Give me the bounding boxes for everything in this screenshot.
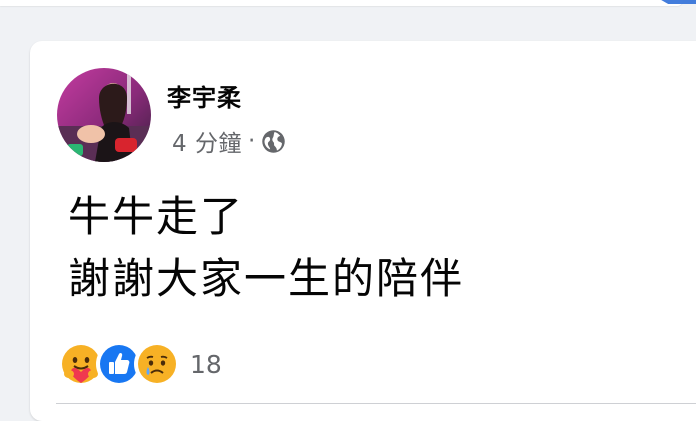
post-text-line: 牛牛走了 — [68, 192, 245, 241]
globe-icon[interactable] — [260, 128, 287, 155]
reaction-summary[interactable]: 18 — [58, 341, 222, 387]
previous-post-fragment — [0, 0, 683, 6]
post-timestamp[interactable]: 4 分鐘 — [172, 124, 242, 158]
post-card: 李宇柔 4 分鐘 · 牛牛走了 謝謝大家一生的陪伴 18 — [30, 41, 696, 421]
post-body: 牛牛走了 謝謝大家一生的陪伴 — [68, 186, 464, 310]
meta-separator: · — [247, 128, 256, 154]
sad-icon — [134, 341, 180, 387]
divider — [56, 403, 696, 404]
author-name[interactable]: 李宇柔 — [167, 78, 242, 113]
reaction-count[interactable]: 18 — [190, 350, 222, 379]
post-text-line: 謝謝大家一生的陪伴 — [68, 254, 465, 303]
post-meta: 4 分鐘 · — [172, 124, 287, 158]
avatar[interactable] — [57, 68, 151, 162]
